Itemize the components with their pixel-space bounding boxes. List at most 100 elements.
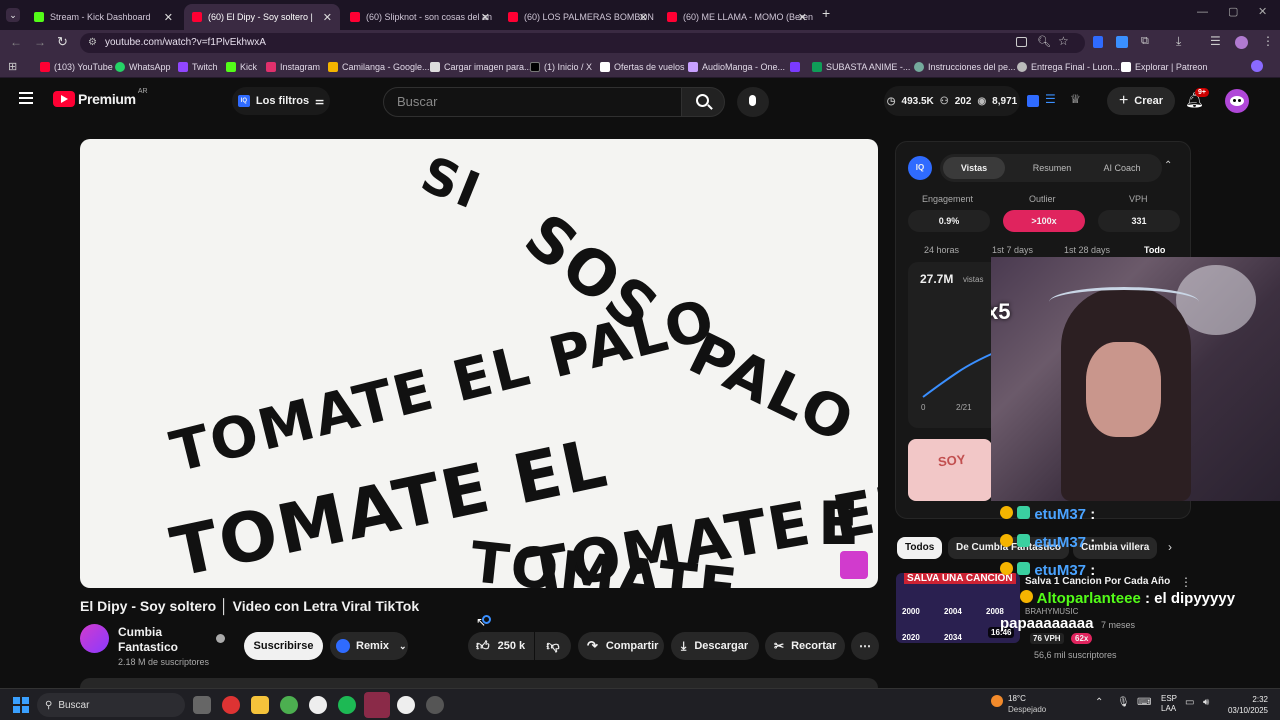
- range-all[interactable]: Todo: [1144, 245, 1165, 255]
- channel-avatar[interactable]: [80, 624, 109, 653]
- tab-el-dipy[interactable]: (60) El Dipy - Soy soltero | ✕: [184, 4, 340, 30]
- list-icon[interactable]: ☰: [1045, 92, 1056, 106]
- download-icon[interactable]: ⤓: [1176, 34, 1181, 49]
- tab-resumen[interactable]: Resumen: [1022, 157, 1082, 179]
- extension-icon[interactable]: [1116, 36, 1128, 48]
- voice-search-button[interactable]: [737, 87, 769, 117]
- vidiq-header-icon[interactable]: [1027, 95, 1039, 107]
- tab-slipknot[interactable]: (60) Slipknot - son cosas del an ✕: [342, 4, 498, 30]
- search-input[interactable]: Buscar: [383, 87, 682, 117]
- bookmark-subasta[interactable]: SUBASTA ANIME -...: [812, 59, 910, 75]
- tab-me-llama[interactable]: (60) ME LLAMA - MOMO (Beren ✕: [659, 4, 815, 30]
- new-tab-button[interactable]: +: [822, 5, 830, 21]
- url-field[interactable]: ⚙ youtube.com/watch?v=f1PlvEkhwxA: [80, 33, 1085, 53]
- bookmark-kick[interactable]: Kick: [226, 59, 257, 75]
- bookmark-camilanga[interactable]: Camilanga - Google...: [328, 59, 430, 75]
- volume-icon[interactable]: 🔊︎: [1203, 697, 1209, 708]
- spotify-icon[interactable]: [338, 696, 356, 714]
- clip-button[interactable]: ✂ Recortar: [765, 632, 845, 660]
- bookmark-youtube[interactable]: (103) YouTube: [40, 59, 113, 75]
- extensions-puzzle-icon[interactable]: ⧉: [1141, 35, 1149, 48]
- tab-los-palmeras[interactable]: (60) LOS PALMERAS BOMBON ✕: [500, 4, 656, 30]
- subscribe-button[interactable]: Suscribirse: [244, 632, 323, 660]
- create-button[interactable]: + Crear: [1107, 87, 1175, 115]
- steam-icon[interactable]: [397, 696, 415, 714]
- extension-vidiq-icon[interactable]: [1093, 36, 1103, 48]
- bookmark-instrucciones[interactable]: Instrucciones del pe...: [914, 59, 1016, 75]
- site-info-icon[interactable]: ⚙: [88, 33, 97, 53]
- bookmark-purple[interactable]: [790, 59, 804, 75]
- tab-ai-coach[interactable]: AI Coach: [1092, 157, 1152, 179]
- chrome-icon[interactable]: [280, 696, 298, 714]
- user-avatar[interactable]: [1225, 89, 1249, 113]
- bookmark-whatsapp[interactable]: WhatsApp: [115, 59, 171, 75]
- language-indicator[interactable]: ESP LAA: [1161, 694, 1177, 714]
- bookmark-patreon[interactable]: Explorar | Patreon: [1121, 59, 1207, 75]
- app-icon[interactable]: [426, 696, 444, 714]
- youtube-logo[interactable]: Premium AR: [53, 88, 148, 107]
- notifications-button[interactable]: 🔔︎ 9+: [1185, 88, 1209, 111]
- task-view-icon[interactable]: [193, 696, 211, 714]
- share-button[interactable]: ↷ Compartir: [578, 632, 664, 660]
- range-24h[interactable]: 24 horas: [924, 245, 959, 255]
- network-icon[interactable]: ▭: [1185, 697, 1194, 708]
- recommendation-thumbnail[interactable]: SALVA UNA CANCION 2000 2004 2008 2020 20…: [896, 573, 1020, 643]
- reading-list-icon[interactable]: ☰: [1210, 34, 1221, 48]
- bookmark-entrega[interactable]: Entrega Final - Luon...: [1017, 59, 1120, 75]
- copilot-icon[interactable]: [1251, 60, 1263, 72]
- bookmark-star-icon[interactable]: ☆: [1058, 34, 1069, 48]
- gif-app-icon[interactable]: [222, 696, 240, 714]
- bookmark-audiomanga[interactable]: AudioManga - One...: [688, 59, 785, 75]
- chip-todos[interactable]: Todos: [897, 537, 943, 559]
- apps-grid-icon[interactable]: ⊞: [8, 60, 17, 73]
- tab-search-icon[interactable]: ⌄: [6, 8, 20, 22]
- profile-avatar-icon[interactable]: [1235, 36, 1248, 49]
- remix-button[interactable]: Remix ⌄: [330, 632, 408, 660]
- bookmark-twitch[interactable]: Twitch: [178, 59, 218, 75]
- chips-next-icon[interactable]: ›: [1168, 540, 1172, 554]
- dislike-button[interactable]: 👎︎: [535, 632, 571, 660]
- close-icon[interactable]: ✕: [798, 11, 807, 24]
- search-button[interactable]: [681, 87, 725, 117]
- active-app-icon[interactable]: [364, 692, 390, 718]
- back-icon[interactable]: ←: [10, 35, 22, 49]
- range-7d[interactable]: 1st 7 days: [992, 245, 1033, 255]
- reload-icon[interactable]: ↻: [57, 34, 68, 50]
- filters-button[interactable]: IQ Los filtros ⚌: [232, 87, 330, 115]
- tab-kick-dashboard[interactable]: Stream - Kick Dashboard ✕: [26, 4, 181, 30]
- close-icon[interactable]: ✕: [164, 11, 173, 24]
- bookmark-vuelos[interactable]: Ofertas de vuelos: [600, 59, 685, 75]
- maximize-icon[interactable]: ▢: [1228, 5, 1238, 18]
- channel-name[interactable]: Cumbia Fantastico: [118, 625, 178, 655]
- related-thumbnail[interactable]: SOY: [908, 439, 992, 501]
- close-icon[interactable]: ✕: [323, 11, 332, 24]
- bookmark-instagram[interactable]: Instagram: [266, 59, 320, 75]
- bookmark-x[interactable]: (1) Inicio / X: [530, 59, 592, 75]
- more-actions-button[interactable]: ⋯: [851, 632, 879, 660]
- file-explorer-icon[interactable]: [251, 696, 269, 714]
- windows-start-icon[interactable]: [13, 697, 29, 713]
- minimize-icon[interactable]: —: [1197, 6, 1208, 18]
- tray-chevron-icon[interactable]: ⌃: [1095, 697, 1103, 708]
- trophy-icon[interactable]: ♕: [1070, 92, 1081, 106]
- taskbar-search[interactable]: ⚲ Buscar: [37, 693, 185, 717]
- obs-icon[interactable]: [309, 696, 327, 714]
- range-28d[interactable]: 1st 28 days: [1064, 245, 1110, 255]
- forward-icon[interactable]: →: [34, 35, 46, 49]
- zoom-icon[interactable]: 🔍︎: [1037, 35, 1051, 48]
- hamburger-menu-icon[interactable]: [19, 92, 33, 104]
- clock[interactable]: 2:32 03/10/2025: [1224, 694, 1268, 716]
- download-button[interactable]: ⤓ Descargar: [671, 632, 759, 660]
- close-window-icon[interactable]: ✕: [1258, 5, 1267, 18]
- bookmark-cargar-imagen[interactable]: Cargar imagen para...: [430, 59, 532, 75]
- tab-vistas[interactable]: Vistas: [943, 157, 1005, 179]
- close-icon[interactable]: ✕: [639, 11, 648, 24]
- recommendation-menu-icon[interactable]: ⋮: [1180, 575, 1192, 589]
- keyboard-tray-icon[interactable]: ⌨: [1137, 697, 1151, 708]
- like-button[interactable]: 👍︎ 250 k: [468, 632, 534, 660]
- menu-kebab-icon[interactable]: ⋮: [1262, 34, 1274, 48]
- cast-icon[interactable]: [1016, 37, 1027, 47]
- description-box[interactable]: [80, 678, 878, 688]
- collapse-chevron-icon[interactable]: ⌃: [1164, 160, 1172, 171]
- video-player[interactable]: SI SOS TOMATE EL PALO TOMATE EL TOMATE E…: [80, 139, 878, 588]
